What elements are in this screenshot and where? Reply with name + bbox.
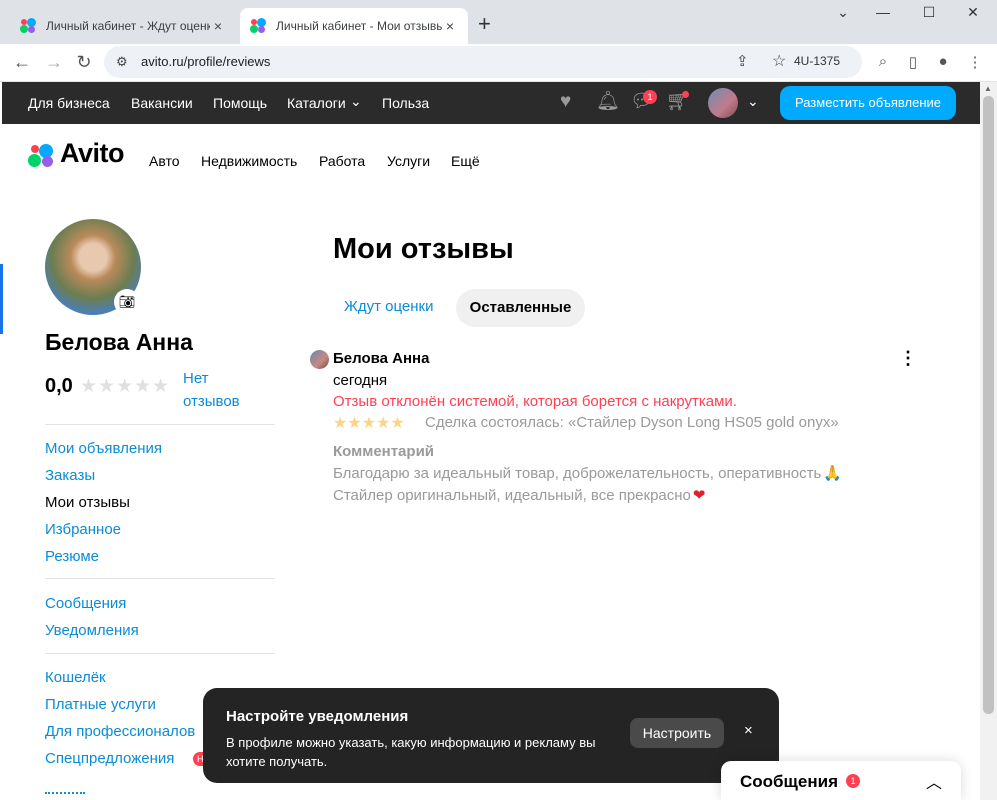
favorites-heart-icon[interactable]: ♥ (560, 91, 571, 113)
review-author-name: Белова Анна (333, 350, 430, 367)
bookmark-star-icon[interactable]: ☆ (772, 51, 786, 71)
link-vacancies[interactable]: Вакансии (131, 95, 193, 111)
comment-line-1: Благодарю за идеальный товар, доброжелат… (333, 465, 843, 482)
review-status-rejected: Отзыв отклонён системой, которая борется… (333, 393, 737, 410)
side-panel-icon[interactable]: ▯ (901, 53, 925, 71)
sidebar-item-notifications[interactable]: Уведомления (45, 622, 139, 639)
browser-tab-my-reviews[interactable]: Личный кабинет - Мои отзывы × (240, 8, 468, 44)
messenger-title: Сообщения (740, 772, 838, 791)
divider (45, 653, 275, 654)
nav-realty[interactable]: Недвижимость (201, 153, 297, 169)
menu-kebab-icon[interactable]: ⋮ (963, 53, 987, 71)
rating-stars: ★★★★★ (80, 376, 171, 397)
page-title: Мои отзывы (333, 233, 514, 265)
link-benefit[interactable]: Польза (382, 95, 429, 111)
tab-awaiting-rating[interactable]: Ждут оценки (344, 298, 433, 315)
camera-icon[interactable]: 📷︎ (114, 289, 140, 315)
link-business[interactable]: Для бизнеса (28, 95, 110, 111)
url-text[interactable]: avito.ru/profile/reviews (141, 54, 270, 69)
rating-value: 0,0 (45, 375, 73, 397)
tab-close-icon[interactable]: × (442, 18, 458, 34)
sidebar-item-orders[interactable]: Заказы (45, 467, 95, 484)
divider (45, 424, 275, 425)
sidebar-item-my-reviews[interactable]: Мои отзывы (45, 494, 130, 511)
review-stars: ★★★★★ (333, 415, 405, 432)
cart-dot (682, 91, 689, 98)
messages-badge: 1 (643, 90, 657, 104)
tab-search-icon[interactable]: ⌄ (828, 4, 858, 21)
link-catalogs[interactable]: Каталоги (287, 95, 346, 111)
address-bar[interactable]: ⚙ avito.ru/profile/reviews ⇪ ☆ 4U-1375 (104, 46, 862, 78)
sidebar-item-for-pros[interactable]: Для профессионалов (45, 723, 195, 740)
page-scrollbar[interactable]: ▲ (980, 82, 997, 800)
sidebar-item-resume[interactable]: Резюме (45, 548, 99, 565)
extension-label[interactable]: 4U-1375 (794, 54, 840, 68)
heart-icon: ❤ (692, 487, 706, 504)
notifications-bell-icon[interactable]: 🔔︎ (596, 91, 620, 113)
logo-text: Avito (60, 138, 125, 168)
tab-left-reviews[interactable]: Оставленные (456, 289, 585, 327)
user-avatar[interactable] (708, 88, 738, 118)
search-icon[interactable]: ⌕ (871, 53, 895, 70)
praying-hands-icon: 🙏 (823, 465, 843, 482)
reload-icon[interactable]: ↻ (72, 52, 96, 72)
maximize-button[interactable]: ☐ (914, 4, 944, 21)
toast-title: Настройте уведомления (226, 708, 409, 725)
no-reviews-link[interactable]: Нет отзывов (183, 367, 263, 413)
sidebar-item-messages[interactable]: Сообщения (45, 595, 126, 612)
browser-tab-awaiting[interactable]: Личный кабинет - Ждут оценки × (10, 8, 236, 44)
site-settings-icon[interactable]: ⚙ (116, 54, 128, 70)
review-deal: Сделка состоялась: «Стайлер Dyson Long H… (425, 414, 839, 431)
avito-logo[interactable]: Avito (28, 138, 136, 172)
messenger-badge: 1 (846, 774, 860, 788)
avito-favicon-icon (20, 18, 36, 34)
review-author-avatar (310, 350, 329, 369)
toast-body: В профиле можно указать, какую информаци… (226, 735, 596, 769)
chevron-down-icon[interactable]: ⌄ (747, 93, 759, 110)
comment-line-2: Стайлер оригинальный, идеальный, все пре… (333, 487, 706, 504)
sidebar-item-wallet[interactable]: Кошелёк (45, 669, 106, 686)
sidebar-item-paid-services[interactable]: Платные услуги (45, 696, 156, 713)
scroll-up-icon[interactable]: ▲ (984, 84, 992, 93)
sidebar-item-special-offers[interactable]: Спецпредложения (45, 750, 174, 767)
sidebar-item-favorites[interactable]: Избранное (45, 521, 121, 538)
more-options-icon[interactable]: ⋮ (899, 348, 917, 368)
tab-close-icon[interactable]: × (210, 18, 226, 34)
chevron-down-icon[interactable]: ⌄ (350, 93, 362, 110)
comment-heading: Комментарий (333, 443, 435, 460)
tab-title: Личный кабинет - Мои отзывы (276, 19, 442, 33)
scrollbar-thumb[interactable] (983, 96, 994, 714)
minimize-button[interactable]: — (868, 4, 898, 20)
nav-services[interactable]: Услуги (387, 153, 430, 169)
divider (45, 578, 275, 579)
forward-icon[interactable]: → (42, 52, 66, 72)
avito-top-bar: Для бизнеса Вакансии Помощь Каталоги ⌄ П… (2, 82, 980, 124)
nav-more[interactable]: Ещё (451, 153, 480, 169)
sidebar-item-my-ads[interactable]: Мои объявления (45, 440, 162, 457)
back-icon[interactable]: ← (10, 52, 34, 72)
configure-button[interactable]: Настроить (630, 718, 724, 748)
nav-auto[interactable]: Авто (149, 153, 180, 169)
close-icon[interactable]: × (744, 722, 753, 739)
new-tab-button[interactable]: + (478, 12, 491, 36)
tab-title: Личный кабинет - Ждут оценки (46, 19, 210, 33)
chevron-up-icon[interactable]: ︿ (926, 769, 942, 793)
profile-icon[interactable]: ● (931, 53, 955, 70)
messenger-widget[interactable]: Сообщения 1 ︿ (721, 761, 961, 800)
link-help[interactable]: Помощь (213, 95, 267, 111)
nav-jobs[interactable]: Работа (319, 153, 365, 169)
review-date: сегодня (333, 372, 388, 389)
post-ad-button[interactable]: Разместить объявление (780, 86, 956, 120)
profile-name: Белова Анна (45, 329, 193, 355)
share-icon[interactable]: ⇪ (736, 52, 749, 70)
browser-tabstrip: Личный кабинет - Ждут оценки × Личный ка… (0, 0, 997, 44)
cut-off-link (45, 792, 85, 800)
notifications-toast: Настройте уведомления В профиле можно ук… (203, 688, 779, 783)
window-edge (0, 264, 3, 334)
close-window-button[interactable]: ✕ (958, 4, 988, 21)
browser-toolbar: ← → ↻ ⚙ avito.ru/profile/reviews ⇪ ☆ 4U-… (0, 44, 997, 82)
avito-favicon-icon (250, 18, 266, 34)
